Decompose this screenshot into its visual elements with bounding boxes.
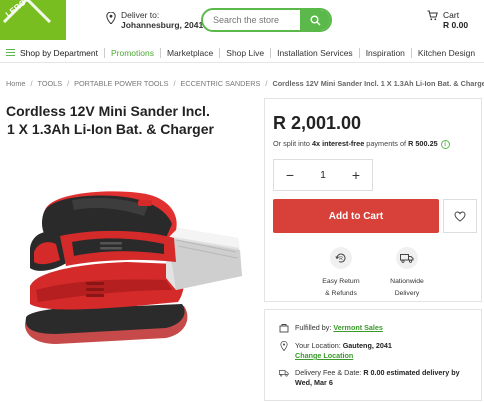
search-button[interactable] xyxy=(300,10,330,30)
shop-by-department[interactable]: Shop by Department xyxy=(0,47,105,58)
decrease-quantity-button[interactable]: − xyxy=(282,167,298,183)
product-image[interactable] xyxy=(16,178,248,346)
change-location-link[interactable]: Change Location xyxy=(295,351,392,361)
delivery-truck-icon xyxy=(279,370,289,377)
breadcrumb-home[interactable]: Home xyxy=(6,79,25,88)
menu-icon xyxy=(6,49,15,56)
nav-item-marketplace[interactable]: Marketplace xyxy=(161,47,221,58)
breadcrumb-current: Cordless 12V Mini Sander Incl. 1 X 1.3Ah… xyxy=(272,79,484,88)
nav-item-kitchen-design[interactable]: Kitchen Design xyxy=(412,48,481,58)
installment-info: Or split into 4x interest-free payments … xyxy=(273,139,450,149)
cart-amount: R 0.00 xyxy=(443,20,469,30)
site-header: LEROY MERLIN Deliver to: Johannesburg, 2… xyxy=(0,0,484,40)
purchase-panel: R 2,001.00 Or split into 4x interest-fre… xyxy=(264,98,482,302)
deliver-label: Deliver to: xyxy=(121,10,160,20)
feature-nationwide-delivery: Nationwide Delivery xyxy=(377,247,437,300)
fulfilment-info: Fulfilled by: Vermont Sales Your Locatio… xyxy=(264,309,482,401)
return-icon: R xyxy=(335,253,346,263)
seller-link[interactable]: Vermont Sales xyxy=(333,323,383,332)
breadcrumb: Home / TOOLS / PORTABLE POWER TOOLS / ECCENTRI… xyxy=(6,79,484,88)
product-price: R 2,001.00 xyxy=(273,113,362,133)
nav-item-promotions[interactable]: Promotions xyxy=(105,47,161,58)
delivery-truck-icon xyxy=(400,254,414,263)
location-value: Gauteng, 2041 xyxy=(342,341,392,350)
cart-button[interactable]: Cart R 0.00 xyxy=(427,10,468,30)
wishlist-button[interactable] xyxy=(443,199,477,233)
product-title: Cordless 12V Mini Sander Incl. 1 X 1.3Ah… xyxy=(6,102,256,138)
cart-icon xyxy=(427,10,438,21)
delivery-date: Wed, Mar 6 xyxy=(295,378,333,387)
product-title-line2: 1 X 1.3Ah Li-Ion Bat. & Charger xyxy=(7,121,214,137)
add-to-cart-button[interactable]: Add to Cart xyxy=(273,199,439,233)
feature-easy-return: R Easy Return & Refunds xyxy=(311,247,371,300)
fulfilled-by-row: Fulfilled by: Vermont Sales xyxy=(279,323,383,333)
svg-text:R: R xyxy=(339,256,343,262)
leroy-merlin-logo[interactable]: LEROY MERLIN xyxy=(0,0,66,40)
search-input[interactable] xyxy=(203,10,303,30)
nav-department-label: Shop by Department xyxy=(20,47,98,58)
info-icon[interactable]: i xyxy=(440,139,450,149)
location-row: Your Location: Gauteng, 2041 Change Loca… xyxy=(279,341,392,361)
nav-item-inspiration[interactable]: Inspiration xyxy=(360,47,412,58)
main-nav: Shop by Department Promotions Marketplac… xyxy=(0,43,484,63)
search-bar xyxy=(201,8,332,32)
delivery-value: R 0.00 estimated delivery by xyxy=(363,368,460,377)
quantity-value[interactable]: 1 xyxy=(320,170,326,181)
quantity-stepper: − 1 + xyxy=(273,159,373,191)
deliver-city: Johannesburg, 2041 xyxy=(121,20,204,30)
delivery-row: Delivery Fee & Date: R 0.00 estimated de… xyxy=(279,368,460,388)
location-pin-icon xyxy=(106,12,116,24)
heart-icon xyxy=(454,210,466,222)
store-icon xyxy=(279,324,289,333)
breadcrumb-eccentric-sanders[interactable]: ECCENTRIC SANDERS xyxy=(181,79,261,88)
location-pin-icon xyxy=(280,341,288,351)
product-title-line1: Cordless 12V Mini Sander Incl. xyxy=(6,103,210,119)
deliver-to[interactable]: Deliver to: Johannesburg, 2041 xyxy=(106,10,203,30)
nav-item-installation-services[interactable]: Installation Services xyxy=(271,47,360,58)
cart-label: Cart xyxy=(443,10,460,20)
nav-item-shop-live[interactable]: Shop Live xyxy=(220,47,272,58)
breadcrumb-tools[interactable]: TOOLS xyxy=(38,79,63,88)
search-icon xyxy=(310,15,320,25)
increase-quantity-button[interactable]: + xyxy=(348,167,364,183)
breadcrumb-portable-power-tools[interactable]: PORTABLE POWER TOOLS xyxy=(74,79,168,88)
